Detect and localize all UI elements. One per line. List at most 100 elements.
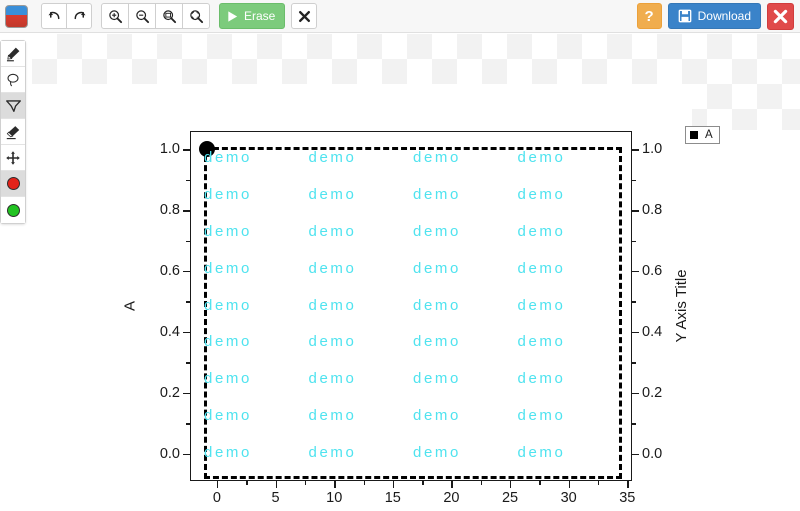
x-tick-label: 20 — [443, 490, 460, 506]
x-tick-minor — [422, 481, 424, 485]
zoom-fit-button[interactable] — [182, 3, 210, 29]
y-tick-minor — [632, 179, 636, 182]
demo-text-row: demo demo demo demo — [204, 370, 622, 387]
demo-text-row: demo demo demo demo — [204, 444, 622, 461]
help-button[interactable]: ? — [636, 3, 662, 29]
y-tick-minor — [186, 179, 190, 182]
zoom-out-button[interactable] — [128, 3, 156, 29]
help-button-label: ? — [644, 7, 654, 25]
demo-text-label: demo — [204, 333, 252, 351]
demo-text-label: demo — [517, 259, 566, 277]
x-tick-label: 35 — [619, 490, 636, 506]
marker-tool-button[interactable] — [1, 41, 25, 67]
demo-text-label: demo — [517, 444, 566, 462]
color-swatch-red[interactable] — [1, 171, 25, 197]
y2-tick-label: 0.0 — [642, 445, 663, 462]
y-tick-label: 0.6 — [159, 263, 180, 279]
demo-text-row: demo demo demo demo — [204, 149, 622, 166]
y-tick-minor — [632, 240, 636, 242]
x-tick-major — [627, 481, 629, 488]
download-button[interactable]: Download — [667, 3, 761, 29]
demo-text-label: demo — [517, 222, 566, 240]
redo-button[interactable] — [66, 3, 92, 29]
demo-text-row: demo demo demo demo — [204, 260, 622, 277]
demo-text-grid: demo demo demo demo demo demo demo demo demo demo… — [204, 147, 622, 479]
y-tick-major — [183, 149, 190, 151]
close-x-icon — [773, 9, 788, 23]
demo-text-row: demo demo demo demo — [204, 223, 622, 240]
x-tick-minor — [539, 481, 541, 485]
demo-text-label: demo — [517, 149, 566, 166]
zoom-in-icon — [108, 9, 122, 23]
y-tick-minor — [632, 301, 636, 303]
x-icon — [298, 10, 310, 22]
x-tick-major — [392, 481, 395, 488]
erase-button[interactable]: Erase — [219, 3, 286, 29]
demo-text-row: demo demo demo demo — [204, 186, 622, 203]
y-tick-minor — [186, 423, 190, 425]
red-circle-icon — [6, 177, 20, 190]
lasso-tool-button[interactable] — [1, 67, 25, 93]
floppy-disk-icon — [678, 9, 691, 23]
top-toolbar: Erase ? Download — [0, 0, 800, 33]
x-tick-label: 30 — [560, 490, 577, 506]
demo-text-label: demo — [204, 185, 252, 203]
zoom-button-group — [101, 3, 210, 29]
y2-tick-label: 0.4 — [642, 323, 663, 340]
demo-text-label: demo — [413, 259, 461, 277]
demo-text-label: demo — [413, 444, 461, 462]
undo-icon — [48, 11, 59, 19]
y-tick-major — [183, 210, 190, 212]
y2-tick-label: 0.2 — [642, 384, 663, 401]
demo-text-label: demo — [413, 407, 461, 425]
demo-text-label: demo — [413, 296, 461, 314]
demo-text-label: demo — [517, 370, 566, 388]
demo-text-label: demo — [517, 407, 566, 425]
green-circle-icon — [6, 203, 20, 217]
y-tick-minor — [186, 301, 190, 303]
close-button[interactable] — [767, 2, 794, 30]
polygon-tool-button[interactable] — [1, 93, 25, 119]
demo-text-label: demo — [517, 296, 566, 314]
eraser-tool-button[interactable] — [1, 119, 25, 145]
demo-text-label: demo — [308, 333, 357, 351]
legend-marker-square — [690, 131, 698, 139]
x-tick-major — [568, 481, 571, 488]
x-tick-minor — [246, 481, 248, 485]
x-tick-label: 0 — [212, 490, 221, 506]
demo-text-label: demo — [204, 444, 252, 462]
y2-tick-major — [632, 331, 639, 334]
x-tick-major — [334, 481, 336, 488]
y-axis-title-right: Y Axis Title — [673, 269, 691, 343]
play-icon — [228, 10, 238, 22]
y-tick-major — [183, 392, 190, 395]
y2-tick-label: 1.0 — [642, 141, 663, 158]
demo-text-label: demo — [308, 149, 357, 166]
zoom-actual-size-icon — [162, 9, 176, 23]
undo-button[interactable] — [41, 3, 67, 29]
drawing-canvas[interactable]: A A Y Axis Title 0.0 0.0 0.2 0.2 0.4 0.4 0.6 0.… — [32, 34, 800, 511]
y-tick-major — [183, 453, 190, 455]
zoom-actual-size-button[interactable] — [155, 3, 183, 29]
cancel-button[interactable] — [291, 3, 318, 29]
zoom-in-button[interactable] — [101, 3, 129, 29]
zoom-out-icon — [135, 9, 149, 23]
demo-text-label: demo — [308, 444, 357, 462]
demo-text-label: demo — [308, 259, 357, 277]
demo-text-label: demo — [413, 222, 461, 240]
y-tick-minor — [186, 362, 190, 364]
move-tool-button[interactable] — [1, 145, 25, 171]
y-tick-minor — [632, 362, 636, 364]
demo-text-label: demo — [413, 333, 461, 351]
x-tick-label: 10 — [326, 490, 343, 506]
legend-entry-label: A — [705, 129, 713, 141]
x-tick-minor — [304, 481, 307, 485]
demo-text-label: demo — [413, 149, 461, 166]
y-tick-label: 0.2 — [159, 384, 180, 401]
color-swatch-green[interactable] — [1, 197, 25, 223]
toolbar-left-group: Erase — [0, 3, 318, 29]
y2-tick-major — [632, 271, 639, 273]
demo-text-label: demo — [517, 333, 566, 351]
demo-text-label: demo — [308, 407, 357, 425]
app-logo-icon — [5, 4, 28, 28]
